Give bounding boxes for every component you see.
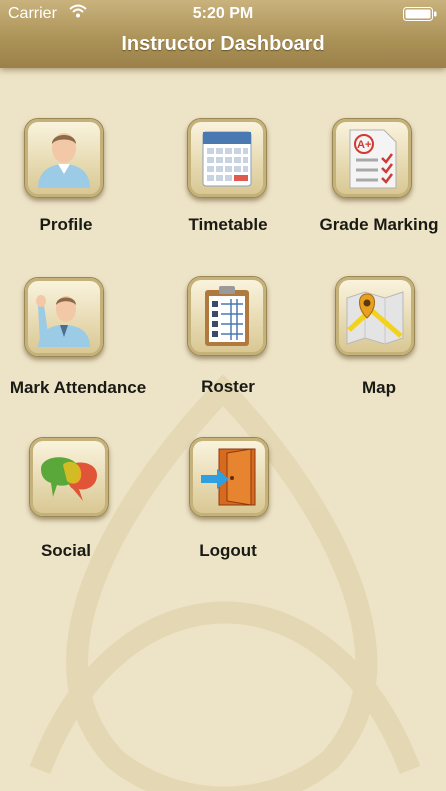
logout-button[interactable]	[189, 437, 269, 517]
profile-label: Profile	[39, 215, 93, 234]
calendar-icon	[202, 131, 252, 187]
social-button[interactable]	[29, 437, 109, 517]
grade-marking-button[interactable]: A+	[332, 118, 412, 198]
roster-label: Roster	[201, 377, 255, 396]
timetable-button[interactable]	[187, 118, 267, 198]
person-icon	[38, 133, 90, 188]
svg-text:A+: A+	[357, 139, 371, 151]
map-pin-icon	[346, 291, 404, 345]
status-time: 5:20 PM	[192, 5, 254, 22]
logout-label: Logout	[199, 541, 257, 560]
map-button[interactable]	[335, 276, 415, 356]
speech-bubbles-icon	[41, 457, 97, 501]
mark-attendance-button[interactable]	[24, 277, 104, 357]
clipboard-roster-icon	[205, 286, 249, 346]
battery-icon	[403, 7, 437, 26]
raised-hand-person-icon	[36, 295, 90, 347]
profile-button[interactable]	[24, 118, 104, 198]
mark-attendance-label: Mark Attendance	[9, 378, 147, 397]
timetable-label: Timetable	[188, 215, 268, 234]
roster-button[interactable]	[187, 276, 267, 356]
exit-door-icon	[201, 448, 256, 506]
status-bar: Carrier 5:20 PM	[0, 0, 446, 30]
graded-paper-icon: A+	[349, 129, 397, 189]
page-title: Instructor Dashboard	[121, 33, 325, 55]
grade-marking-label: Grade Marking	[319, 215, 439, 234]
social-label: Social	[40, 541, 92, 560]
map-label: Map	[362, 378, 396, 397]
